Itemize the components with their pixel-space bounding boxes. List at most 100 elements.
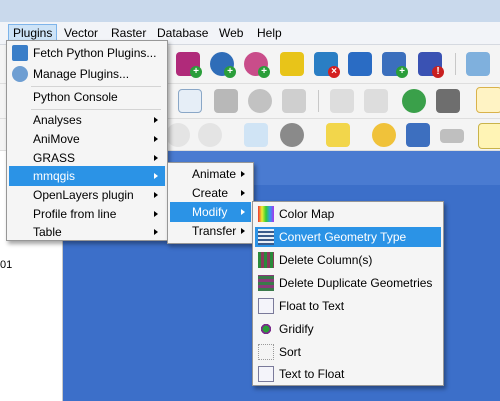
menu-raster[interactable]: Raster bbox=[107, 25, 150, 41]
delete-columns-icon bbox=[258, 252, 274, 268]
submenu-arrow-icon bbox=[154, 155, 158, 161]
select-features-icon[interactable] bbox=[326, 123, 350, 147]
float-to-text-icon bbox=[258, 298, 274, 314]
menu-item-label: Transfer bbox=[192, 224, 237, 238]
globe-add-icon[interactable]: + bbox=[210, 52, 236, 78]
modify-submenu: Color Map Convert Geometry Type Delete C… bbox=[252, 201, 444, 386]
menu-item-label: Manage Plugins... bbox=[33, 67, 130, 81]
wms-add-icon[interactable]: + bbox=[244, 52, 270, 78]
menu-plugins-label: Plugins bbox=[13, 26, 53, 40]
settings-gear-icon[interactable] bbox=[280, 123, 304, 147]
submenu-arrow-icon bbox=[154, 192, 158, 198]
histogram-icon[interactable] bbox=[364, 89, 388, 113]
menu-item-label: Profile from line bbox=[33, 207, 117, 221]
grass-tools-icon[interactable] bbox=[436, 89, 460, 113]
convert-geometry-icon bbox=[258, 229, 274, 245]
menu-item-profile-from-line[interactable]: Profile from line bbox=[9, 204, 165, 224]
map-tips-icon[interactable] bbox=[478, 123, 500, 149]
menu-item-label: Sort bbox=[279, 345, 302, 359]
menu-help-label: Help bbox=[257, 26, 282, 40]
menu-web[interactable]: Web bbox=[215, 25, 247, 41]
menu-item-float-to-text[interactable]: Float to Text bbox=[255, 296, 441, 316]
menu-item-animate[interactable]: Animate bbox=[170, 164, 251, 184]
menu-item-modify[interactable]: Modify bbox=[170, 202, 251, 222]
menu-item-label: Delete Duplicate Geometries bbox=[279, 276, 433, 290]
text-to-float-icon bbox=[258, 366, 274, 382]
menu-item-python-console[interactable]: Python Console bbox=[9, 87, 165, 107]
menu-vector-label: Vector bbox=[64, 26, 99, 40]
menu-help[interactable]: Help bbox=[253, 25, 286, 41]
star-layer-icon[interactable] bbox=[280, 52, 304, 76]
pan-hand-icon[interactable] bbox=[476, 87, 500, 113]
menu-item-label: mmqgis bbox=[33, 169, 76, 183]
window-title-strip bbox=[0, 0, 500, 22]
menu-item-mmqgis[interactable]: mmqgis bbox=[9, 166, 165, 186]
menu-item-animove[interactable]: AniMove bbox=[9, 129, 165, 149]
remove-layer-icon[interactable]: × bbox=[314, 52, 340, 78]
zoom-icon[interactable] bbox=[166, 123, 190, 147]
menu-item-color-map[interactable]: Color Map bbox=[255, 204, 441, 224]
menu-item-label: Delete Column(s) bbox=[279, 253, 373, 267]
menu-item-sort[interactable]: Sort bbox=[255, 342, 441, 362]
menu-item-label: OpenLayers plugin bbox=[33, 188, 134, 202]
attribute-table-icon[interactable] bbox=[406, 123, 430, 147]
menu-item-delete-duplicate-geometries[interactable]: Delete Duplicate Geometries bbox=[255, 273, 441, 293]
submenu-arrow-icon bbox=[241, 209, 245, 215]
label-abc-icon[interactable] bbox=[178, 89, 202, 113]
toolbar-separator bbox=[455, 53, 456, 75]
menu-item-delete-columns[interactable]: Delete Column(s) bbox=[255, 250, 441, 270]
submenu-arrow-icon bbox=[154, 117, 158, 123]
new-layer-icon[interactable] bbox=[348, 52, 372, 76]
menu-item-manage-plugins[interactable]: Manage Plugins... bbox=[9, 64, 165, 84]
menu-item-text-to-float[interactable]: Text to Float bbox=[255, 364, 441, 384]
submenu-arrow-icon bbox=[241, 228, 245, 234]
menu-item-create[interactable]: Create bbox=[170, 183, 251, 203]
rotate-label-icon[interactable] bbox=[248, 89, 272, 113]
identify-icon[interactable] bbox=[244, 123, 268, 147]
menu-item-transfer[interactable]: Transfer bbox=[170, 221, 251, 241]
menu-item-label: Animate bbox=[192, 167, 237, 181]
measure-icon[interactable] bbox=[440, 129, 464, 143]
menu-database-label: Database bbox=[157, 26, 209, 40]
menu-item-fetch-python-plugins[interactable]: Fetch Python Plugins... bbox=[9, 43, 165, 63]
menu-item-openlayers-plugin[interactable]: OpenLayers plugin bbox=[9, 185, 165, 205]
submenu-arrow-icon bbox=[241, 171, 245, 177]
spatialite-icon[interactable]: ! bbox=[418, 52, 444, 78]
mmqgis-submenu: Animate Create Modify Transfer bbox=[167, 162, 254, 244]
menu-item-label: Text to Float bbox=[279, 367, 345, 381]
menu-vector[interactable]: Vector bbox=[60, 25, 102, 41]
layers-panel-text: 01 bbox=[0, 259, 13, 271]
submenu-arrow-icon bbox=[154, 173, 158, 179]
menu-item-label: Modify bbox=[192, 205, 228, 219]
globe-plugin-icon[interactable] bbox=[402, 89, 426, 113]
submenu-arrow-icon bbox=[154, 136, 158, 142]
submenu-arrow-icon bbox=[154, 211, 158, 217]
menu-item-grass[interactable]: GRASS bbox=[9, 148, 165, 168]
database-plugin-icon[interactable]: + bbox=[176, 52, 202, 78]
menu-item-convert-geometry-type[interactable]: Convert Geometry Type bbox=[255, 227, 441, 247]
menu-item-analyses[interactable]: Analyses bbox=[9, 110, 165, 130]
submenu-arrow-icon bbox=[241, 190, 245, 196]
menu-item-label: AniMove bbox=[33, 132, 80, 146]
deselect-icon[interactable] bbox=[372, 123, 396, 147]
menu-item-label: Analyses bbox=[33, 113, 82, 127]
tools-icon[interactable] bbox=[282, 89, 306, 113]
fetch-plugins-icon bbox=[12, 45, 28, 61]
menu-item-label: Python Console bbox=[33, 90, 118, 104]
menu-item-label: GRASS bbox=[33, 151, 76, 165]
pen-edit-icon[interactable] bbox=[466, 52, 490, 76]
profile-icon[interactable] bbox=[330, 89, 354, 113]
menu-item-label: Gridify bbox=[279, 322, 314, 336]
add-shapefile-icon[interactable]: + bbox=[382, 52, 408, 78]
toolbar-separator bbox=[318, 90, 319, 112]
menu-item-gridify[interactable]: Gridify bbox=[255, 319, 441, 339]
menu-database[interactable]: Database bbox=[153, 25, 212, 41]
menu-item-label: Convert Geometry Type bbox=[279, 230, 407, 244]
refresh-icon[interactable] bbox=[198, 123, 222, 147]
move-label-icon[interactable] bbox=[214, 89, 238, 113]
submenu-arrow-icon bbox=[154, 229, 158, 235]
menu-item-table[interactable]: Table bbox=[9, 222, 165, 242]
menu-web-label: Web bbox=[219, 26, 244, 40]
plugins-menu: Fetch Python Plugins... Manage Plugins..… bbox=[6, 40, 168, 241]
manage-plugins-icon bbox=[12, 66, 28, 82]
